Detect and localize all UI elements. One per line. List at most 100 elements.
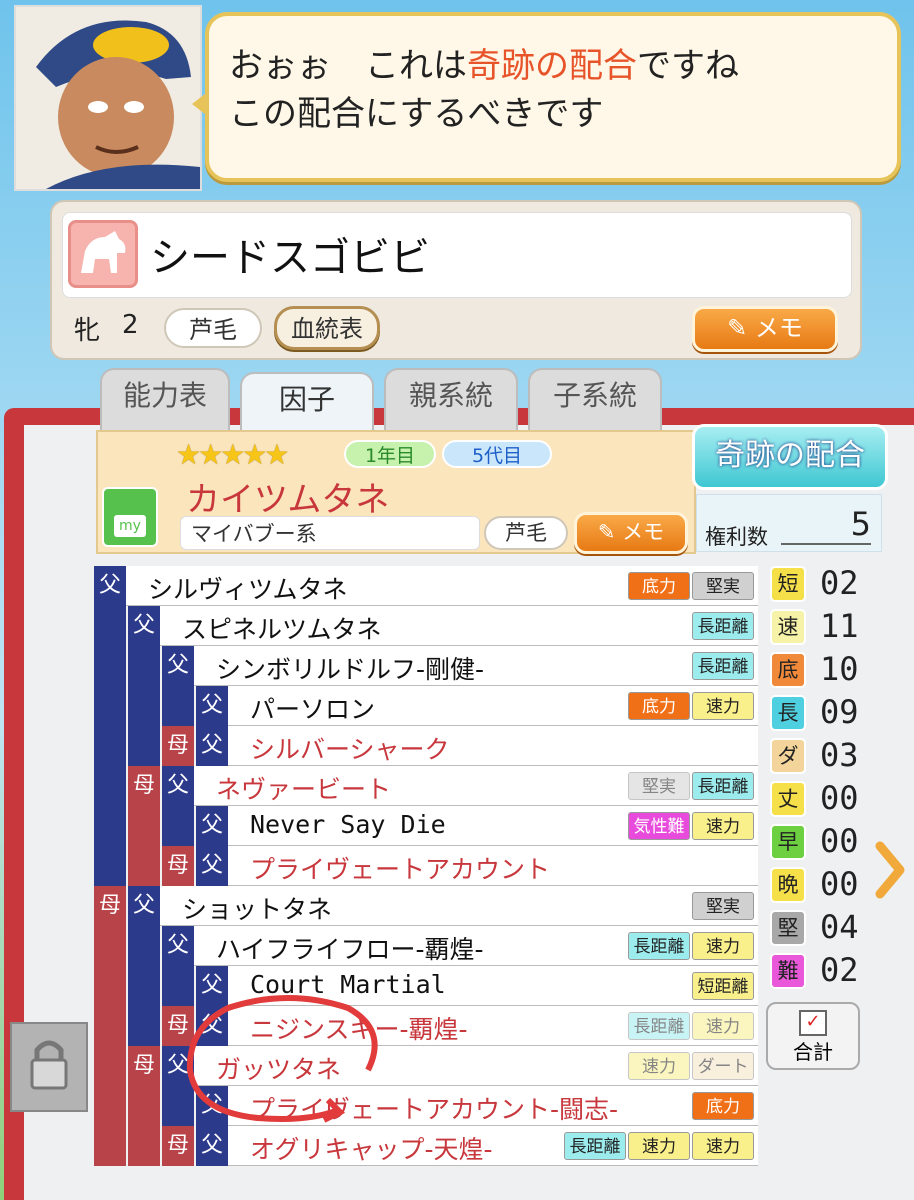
sire-chip: 父 bbox=[128, 886, 160, 926]
rights-value: 5 bbox=[850, 505, 871, 543]
pedigree-horse-name: オグリキャップ-天煌- bbox=[250, 1135, 493, 1164]
pedigree-horse-name: パーソロン bbox=[250, 695, 376, 724]
factor-tag: ダート bbox=[692, 1052, 754, 1080]
pedigree-row[interactable]: シルバーシャーク bbox=[228, 726, 758, 766]
tab-child-line[interactable]: 子系統 bbox=[528, 368, 662, 430]
dam-chip: 母 bbox=[162, 846, 194, 886]
factor-tag: 底力 bbox=[628, 692, 690, 720]
pedigree-horse-name: Never Say Die bbox=[250, 810, 446, 839]
rights-label: 権利数 bbox=[705, 525, 768, 549]
lineage-type: マイバブー系 bbox=[180, 516, 480, 550]
pedigree-row[interactable]: Never Say Die 気性難 速力 bbox=[228, 806, 758, 846]
pedigree-row[interactable]: プライヴェートアカウント bbox=[228, 846, 758, 886]
memo-button[interactable]: ✎ メモ bbox=[692, 306, 838, 352]
stat-value: 11 bbox=[820, 607, 859, 645]
stat-badge: 難 bbox=[770, 953, 806, 989]
pedigree-row[interactable]: オグリキャップ-天煌- 長距離 速力 速力 bbox=[228, 1126, 758, 1166]
stat-value: 00 bbox=[820, 779, 859, 817]
sire-chip: 父 bbox=[162, 766, 194, 806]
horse-name: シードスゴビビ bbox=[150, 235, 430, 281]
factor-tag: 速力 bbox=[628, 1052, 690, 1080]
pedigree-row[interactable]: シンボリルドルフ-剛健- 長距離 bbox=[194, 646, 758, 686]
stat-badge: 速 bbox=[770, 609, 806, 645]
pedigree-horse-name: ネヴァービート bbox=[216, 775, 392, 804]
stat-value: 03 bbox=[820, 736, 859, 774]
stat-badge: 堅 bbox=[770, 910, 806, 946]
pedigree-horse-name: ハイフライフロー-覇煌- bbox=[216, 935, 484, 964]
horse-sex: 牝 bbox=[74, 316, 101, 346]
speech-highlight: 奇跡の配合 bbox=[467, 46, 637, 86]
stat-badge: 長 bbox=[770, 695, 806, 731]
tab-sire-line[interactable]: 親系統 bbox=[384, 368, 518, 430]
total-button[interactable]: ✓ 合計 bbox=[766, 1002, 860, 1070]
factor-tag: 底力 bbox=[628, 572, 690, 600]
sire-chip: 父 bbox=[162, 646, 194, 686]
factor-tag: 長距離 bbox=[692, 772, 754, 800]
factor-tag: 速力 bbox=[692, 1012, 754, 1040]
factor-tag: 堅実 bbox=[692, 572, 754, 600]
dam-chip: 母 bbox=[128, 766, 160, 806]
factor-tag: 堅実 bbox=[628, 772, 690, 800]
factor-tag: 速力 bbox=[628, 1132, 690, 1160]
sire-chip: 父 bbox=[196, 726, 228, 766]
stat-value: 00 bbox=[820, 865, 859, 903]
factor-tag: 長距離 bbox=[692, 612, 754, 640]
factor-horse-name: カイツムタネ bbox=[186, 480, 390, 520]
factor-tag: 長距離 bbox=[564, 1132, 626, 1160]
horse-coat: 芦毛 bbox=[164, 308, 262, 348]
pedigree-row[interactable]: スピネルツムタネ 長距離 bbox=[160, 606, 758, 646]
speech-bubble: おぉぉ これは奇跡の配合ですね この配合にするべきです bbox=[205, 12, 901, 182]
horse-icon bbox=[68, 220, 138, 288]
factor-memo-button[interactable]: ✎ メモ bbox=[574, 512, 688, 554]
pedigree-horse-name: シンボリルドルフ-剛健- bbox=[216, 655, 485, 684]
pedigree-branch-bar bbox=[128, 926, 160, 1046]
stat-value: 04 bbox=[820, 908, 859, 946]
pedigree-row[interactable]: シルヴィツムタネ 底力 堅実 bbox=[126, 566, 758, 606]
year-badge: 1年目 bbox=[344, 440, 436, 468]
dam-chip: 母 bbox=[162, 1126, 194, 1166]
factor-tag: 速力 bbox=[692, 692, 754, 720]
sire-chip: 父 bbox=[94, 566, 126, 606]
factor-tag: 気性難 bbox=[628, 812, 690, 840]
pedigree-branch-bar bbox=[94, 886, 126, 1166]
lock-button[interactable] bbox=[10, 1022, 88, 1112]
memo-icon: ✎ bbox=[727, 314, 755, 342]
generation-badge: 5代目 bbox=[442, 440, 552, 468]
pedigree-horse-name: スピネルツムタネ bbox=[182, 615, 382, 644]
pedigree-horse-name: プライヴェートアカウント bbox=[250, 855, 551, 884]
pedigree-branch-bar bbox=[162, 806, 194, 846]
dam-chip: 母 bbox=[94, 886, 126, 926]
stat-value: 00 bbox=[820, 822, 859, 860]
factor-tag: 底力 bbox=[692, 1092, 754, 1120]
next-arrow-icon[interactable] bbox=[872, 840, 908, 900]
sire-chip: 父 bbox=[196, 806, 228, 846]
stat-badge: 早 bbox=[770, 824, 806, 860]
my-label: my bbox=[114, 515, 146, 537]
pedigree-row[interactable]: ネヴァービート 堅実 長距離 bbox=[194, 766, 758, 806]
total-label: 合計 bbox=[793, 1040, 833, 1064]
rights-box: 権利数 5 bbox=[696, 494, 882, 552]
stat-badge: 丈 bbox=[770, 781, 806, 817]
dam-chip: 母 bbox=[162, 726, 194, 766]
tab-ability[interactable]: 能力表 bbox=[100, 368, 230, 430]
pedigree-row[interactable]: パーソロン 底力 速力 bbox=[228, 686, 758, 726]
pedigree-button[interactable]: 血統表 bbox=[274, 306, 380, 350]
factor-tag: 長距離 bbox=[692, 652, 754, 680]
factor-tag: 長距離 bbox=[628, 932, 690, 960]
stat-badge: ダ bbox=[770, 738, 806, 774]
factor-tag: 速力 bbox=[692, 932, 754, 960]
sire-chip: 父 bbox=[162, 926, 194, 966]
factor-tag: 速力 bbox=[692, 812, 754, 840]
pedigree-row[interactable]: ハイフライフロー-覇煌- 長距離 速力 bbox=[194, 926, 758, 966]
pedigree-horse-name: シルバーシャーク bbox=[250, 735, 450, 764]
annotation-circle bbox=[186, 995, 378, 1123]
sire-chip: 父 bbox=[196, 686, 228, 726]
stat-value: 09 bbox=[820, 693, 859, 731]
horse-age: 2 bbox=[122, 310, 139, 340]
factor-coat: 芦毛 bbox=[484, 516, 568, 550]
speech-line-1: おぉぉ これは奇跡の配合ですね bbox=[229, 38, 739, 87]
my-factor-icon: my bbox=[102, 487, 158, 547]
pedigree-row[interactable]: ショットタネ 堅実 bbox=[160, 886, 758, 926]
factor-tag: 短距離 bbox=[692, 972, 754, 1000]
rating-stars: ★★★★★ bbox=[176, 438, 290, 471]
